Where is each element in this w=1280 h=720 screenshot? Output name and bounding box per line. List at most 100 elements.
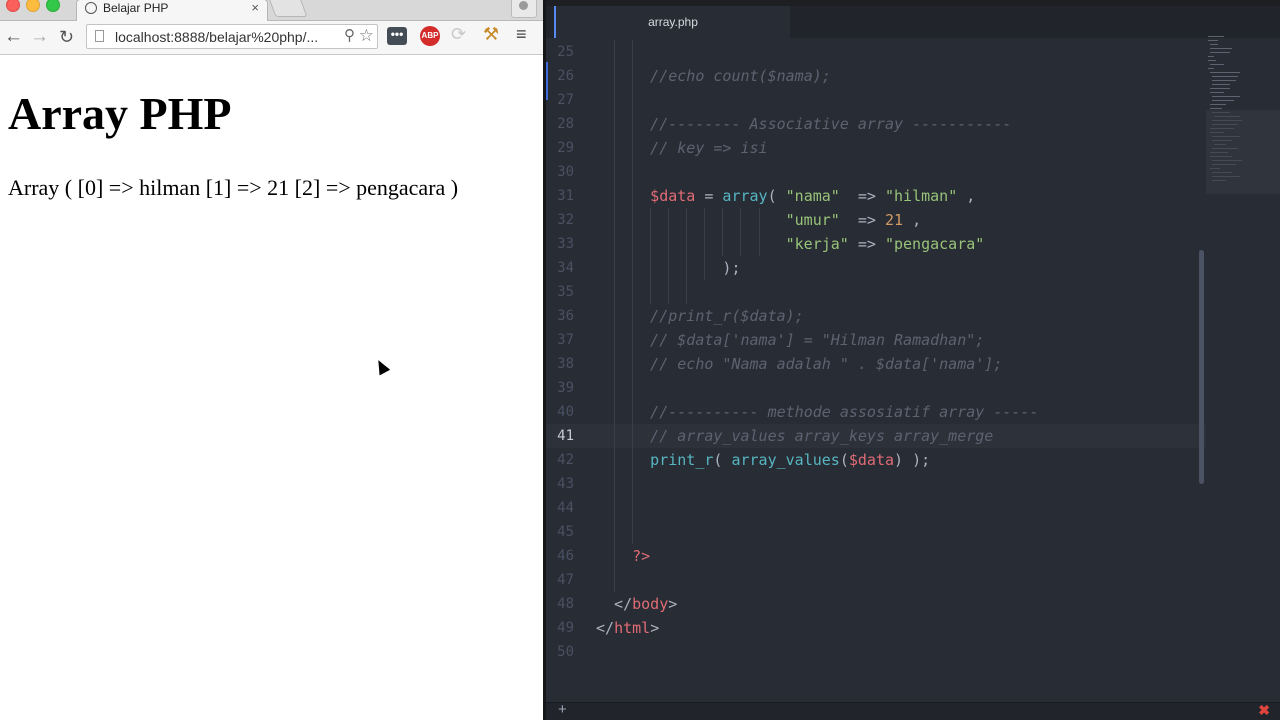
line-number: 47 [557, 572, 574, 588]
window-close-button[interactable] [6, 0, 20, 12]
code-line[interactable]: 36 //print_r($data); [546, 304, 1206, 328]
editor-tab-bar: array.php [546, 6, 1280, 38]
minimap-line [1208, 36, 1224, 37]
minimap-line [1210, 104, 1226, 105]
add-icon[interactable]: + [558, 701, 567, 718]
page-icon [95, 30, 104, 42]
profile-icon[interactable] [511, 0, 537, 18]
minimap-line [1208, 68, 1214, 69]
line-number: 30 [557, 164, 574, 180]
code-line[interactable]: 42 print_r( array_values($data) ); [546, 448, 1206, 472]
code-line[interactable]: 40 //---------- methode assosiatif array … [546, 400, 1206, 424]
minimap-line [1212, 96, 1240, 97]
code-line[interactable]: 49 </html> [546, 616, 1206, 640]
code-line[interactable]: 38 // echo "Nama adalah " . $data['nama']… [546, 352, 1206, 376]
forward-arrow-icon[interactable]: → [30, 25, 49, 49]
bookmark-star-icon[interactable]: ☆ [359, 26, 374, 46]
adblock-plus-icon[interactable]: ABP [420, 26, 440, 46]
code-line[interactable]: 44 [546, 496, 1206, 520]
reload-icon[interactable]: ↻ [59, 25, 74, 49]
code-line[interactable]: 30 [546, 160, 1206, 184]
code-line[interactable]: 37 // $data['nama'] = "Hilman Ramadhan"; [546, 328, 1206, 352]
line-number: 35 [557, 284, 574, 300]
sync-extension-icon[interactable]: ⟳ [451, 24, 466, 45]
code-line[interactable]: 28 //-------- Associative array ---------… [546, 112, 1206, 136]
line-number: 34 [557, 260, 574, 276]
editor-scrollbar[interactable] [1199, 250, 1204, 484]
code-line[interactable]: 29 // key => isi [546, 136, 1206, 160]
code-text: // array_values array_keys array_merge [650, 427, 994, 445]
code-text: // $data['nama'] = "Hilman Ramadhan"; [650, 331, 985, 349]
minimap-visible-region[interactable] [1206, 110, 1280, 194]
code-line[interactable]: 47 [546, 568, 1206, 592]
line-number: 28 [557, 116, 574, 132]
code-line[interactable]: 26 //echo count($nama); [546, 64, 1206, 88]
minimap-line [1210, 52, 1230, 53]
code-line[interactable]: 50 [546, 640, 1206, 664]
code-text: //---------- methode assosiatif array --… [650, 403, 1039, 421]
zoom-icon[interactable]: ⚲ [344, 26, 355, 44]
line-number: 39 [557, 380, 574, 396]
indent-guide [614, 40, 616, 592]
minimap-line [1208, 40, 1218, 41]
code-line[interactable]: 34); [546, 256, 1206, 280]
code-line[interactable]: 25 [546, 40, 1206, 64]
back-arrow-icon[interactable]: ← [4, 25, 23, 49]
code-editor: array.php 25 26 //echo count($nama); 27 28 //… [546, 0, 1280, 720]
new-tab-button[interactable] [268, 0, 308, 17]
minimap-line [1208, 56, 1214, 57]
code-text: $data = array( "nama" => "hilman" , [650, 187, 976, 205]
indent-guide [686, 208, 688, 304]
browser-toolbar: ← → ↻ localhost:8888/belajar%20php/... ⚲… [0, 21, 543, 55]
code-line[interactable]: 31 $data = array( "nama" => "hilman" , [546, 184, 1206, 208]
line-number: 48 [557, 596, 574, 612]
line-number: 31 [557, 188, 574, 204]
indent-guide [650, 208, 652, 304]
extension-dots-icon[interactable]: ••• [387, 27, 407, 45]
code-text: ); [722, 259, 741, 277]
address-bar-url[interactable]: localhost:8888/belajar%20php/... [115, 29, 318, 45]
code-line[interactable]: 48 </body> [546, 592, 1206, 616]
window-minimize-button[interactable] [26, 0, 40, 12]
globe-icon [85, 2, 97, 14]
minimap-line [1212, 80, 1236, 81]
line-number: 40 [557, 404, 574, 420]
code-line[interactable]: 46 ?> [546, 544, 1206, 568]
code-text: // echo "Nama adalah " . $data['nama']; [650, 355, 1003, 373]
code-line[interactable]: 43 [546, 472, 1206, 496]
error-icon[interactable]: ✖ [1258, 702, 1270, 719]
close-icon[interactable]: × [251, 0, 259, 15]
editor-tab-title: array.php [648, 15, 698, 29]
line-number: 43 [557, 476, 574, 492]
code-line[interactable]: 27 [546, 88, 1206, 112]
code-area[interactable]: 25 26 //echo count($nama); 27 28 //-------- A… [546, 40, 1206, 680]
code-line[interactable]: 39 [546, 376, 1206, 400]
address-bar[interactable]: localhost:8888/belajar%20php/... ⚲ ☆ [86, 24, 378, 49]
line-number: 46 [557, 548, 574, 564]
code-line[interactable]: 41 // array_values array_keys array_merge [546, 424, 1206, 448]
line-number: 27 [557, 92, 574, 108]
code-text: ?> [632, 547, 651, 565]
line-number: 36 [557, 308, 574, 324]
code-line[interactable]: 32 "umur" => 21 , [546, 208, 1206, 232]
line-number: 50 [557, 644, 574, 660]
code-text: // key => isi [650, 139, 768, 157]
indent-guide [704, 208, 706, 280]
page-heading: Array PHP [8, 88, 232, 139]
indent-guide [632, 40, 634, 544]
editor-tab-array-php[interactable]: array.php [554, 6, 790, 38]
minimap-line [1212, 76, 1238, 77]
code-line[interactable]: 45 [546, 520, 1206, 544]
line-number: 42 [557, 452, 574, 468]
code-text: "umur" => 21 , [785, 211, 922, 229]
line-number: 32 [557, 212, 574, 228]
window-maximize-button[interactable] [46, 0, 60, 12]
status-bar: + ✖ [546, 701, 1280, 720]
code-line[interactable]: 33 "kerja" => "pengacara" [546, 232, 1206, 256]
pin-extension-icon[interactable]: ⚒ [483, 24, 499, 45]
code-text: "kerja" => "pengacara" [785, 235, 985, 253]
minimap-line [1210, 108, 1222, 109]
code-line[interactable]: 35 [546, 280, 1206, 304]
menu-icon[interactable]: ≡ [516, 24, 527, 45]
browser-tab[interactable]: Belajar PHP × [76, 0, 268, 21]
